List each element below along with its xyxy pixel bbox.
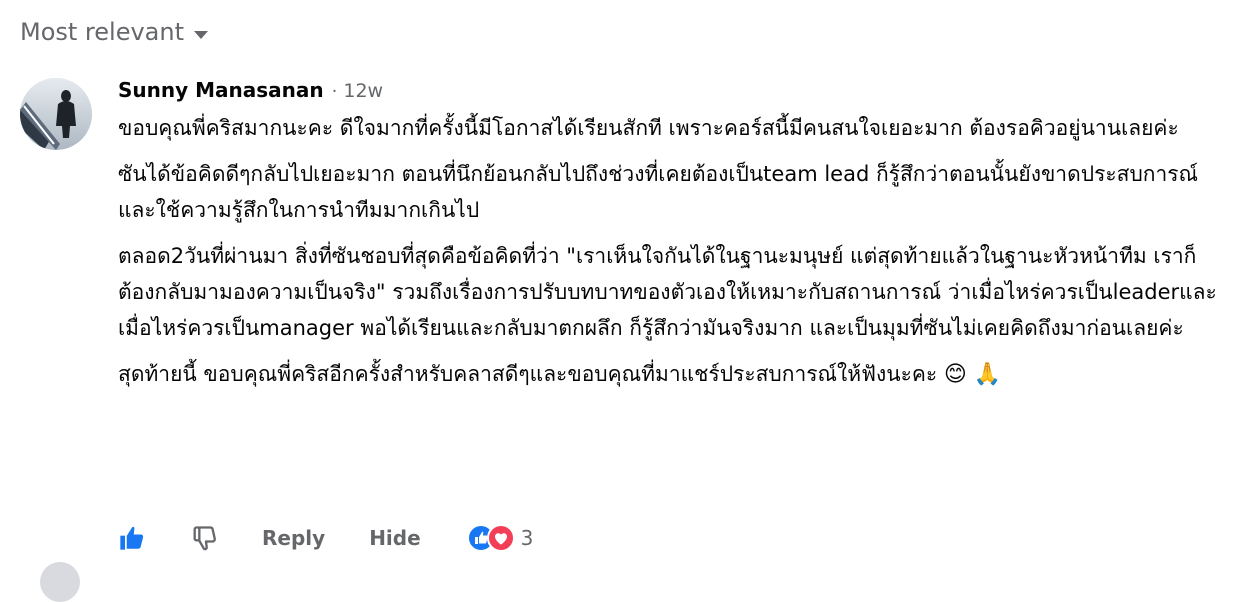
comment-actions: Reply Hide 3 — [118, 518, 533, 558]
love-reaction-icon — [486, 524, 515, 552]
comment-author[interactable]: Sunny Manasanan — [118, 78, 324, 102]
smile-emoji: 😊 — [943, 362, 967, 387]
comment: Sunny Manasanan · 12w ขอบคุณพี่คริสมากนะ… — [118, 78, 1218, 393]
caret-down-icon — [194, 31, 209, 39]
avatar-photo — [20, 78, 92, 150]
reaction-count: 3 — [520, 526, 534, 550]
comment-paragraph: ซันได้ข้อคิดดีๆกลับไปเยอะมาก ตอนที่นึกย้… — [118, 162, 1199, 222]
separator-dot: · — [331, 81, 338, 102]
comment-timestamp[interactable]: 12w — [343, 80, 383, 102]
comment-paragraph: สุดท้ายนี้ ขอบคุณพี่คริสอีกครั้งสำหรับคล… — [118, 356, 1218, 393]
reaction-summary[interactable]: 3 — [466, 524, 534, 552]
avatar[interactable] — [20, 78, 92, 150]
thumbs-up-icon[interactable] — [118, 524, 146, 552]
reply-button[interactable]: Reply — [262, 526, 325, 550]
thumbs-down-icon[interactable] — [190, 524, 218, 552]
pray-emoji: 🙏 — [973, 362, 1001, 387]
comment-paragraph: ตลอด2วันที่ผ่านมา สิ่งที่ซันชอบที่สุดคือ… — [118, 244, 1217, 340]
sort-label: Most relevant — [20, 18, 185, 46]
comment-paragraph: ขอบคุณพี่คริสมากนะคะ ดีใจมากที่ครั้งนี้ม… — [118, 116, 1179, 140]
sort-dropdown[interactable]: Most relevant — [20, 18, 209, 46]
comment-paragraph-text: สุดท้ายนี้ ขอบคุณพี่คริสอีกครั้งสำหรับคล… — [118, 362, 938, 386]
next-comment-avatar — [40, 562, 80, 602]
comment-header: Sunny Manasanan · 12w — [118, 78, 1218, 108]
hide-button[interactable]: Hide — [369, 526, 420, 550]
